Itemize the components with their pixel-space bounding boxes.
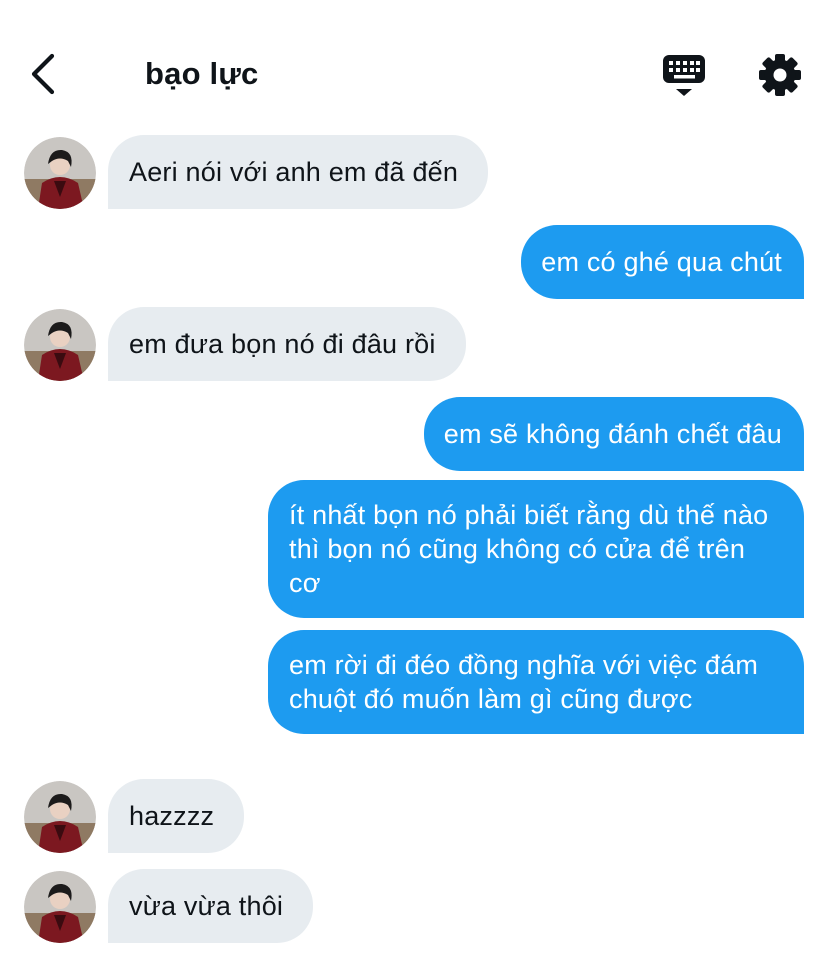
avatar-photo-icon (24, 309, 96, 381)
avatar-photo-icon (24, 137, 96, 209)
keyboard-icon (663, 55, 705, 96)
incoming-message-bubble[interactable]: em đưa bọn nó đi đâu rồi (108, 307, 466, 381)
incoming-message-bubble[interactable]: hazzzz (108, 779, 245, 853)
gear-icon (759, 54, 801, 96)
contact-avatar[interactable] (24, 137, 96, 209)
outgoing-message-bubble[interactable]: em có ghé qua chút (521, 225, 804, 299)
outgoing-message-bubble[interactable]: em rời đi đéo đồng nghĩa với việc đám ch… (268, 630, 804, 734)
keyboard-button[interactable] (660, 52, 708, 98)
incoming-message-bubble[interactable]: Aeri nói với anh em đã đến (108, 135, 489, 209)
settings-button[interactable] (757, 52, 803, 98)
back-arrow-icon (31, 53, 55, 95)
back-button[interactable] (22, 50, 66, 98)
avatar-photo-icon (24, 871, 96, 943)
conversation-title: bạo lực (145, 56, 259, 91)
outgoing-message-bubble[interactable]: ít nhất bọn nó phải biết rằng dù thế nào… (268, 480, 804, 618)
outgoing-message-bubble[interactable]: em sẽ không đánh chết đâu (423, 397, 804, 471)
incoming-message-bubble[interactable]: vừa vừa thôi (108, 869, 314, 943)
contact-avatar[interactable] (24, 871, 96, 943)
conversation-header: bạo lực (0, 0, 828, 118)
avatar-photo-icon (24, 781, 96, 853)
contact-avatar[interactable] (24, 781, 96, 853)
contact-avatar[interactable] (24, 309, 96, 381)
